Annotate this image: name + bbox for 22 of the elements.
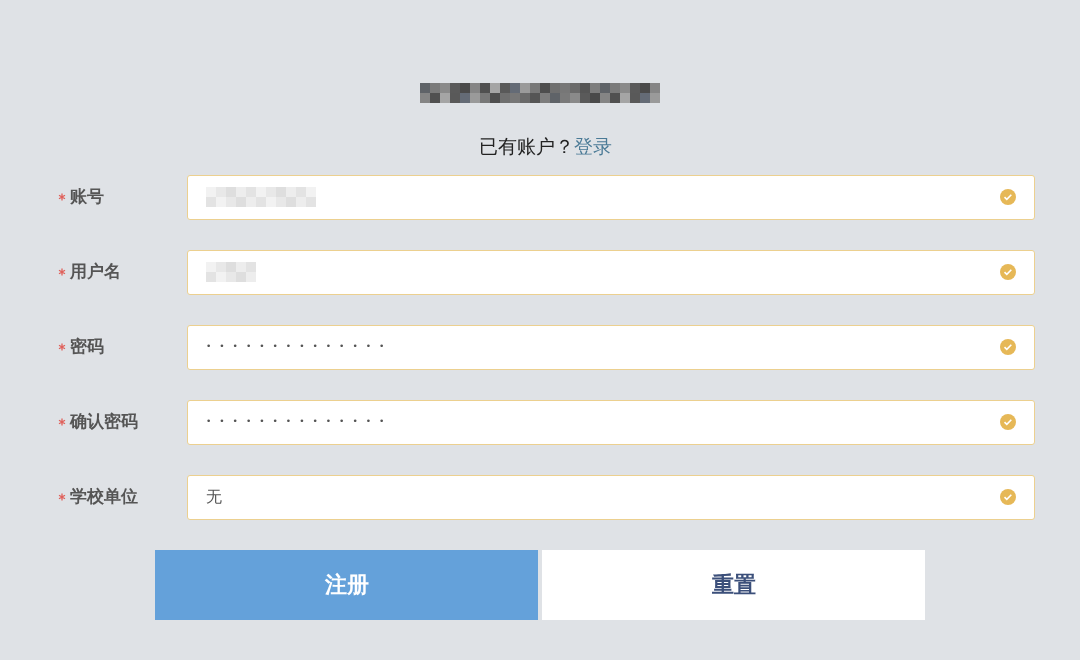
input-field[interactable]: •••••••••••••• xyxy=(187,324,1035,370)
field-label: 账号 xyxy=(70,185,104,209)
field-label: 用户名 xyxy=(70,260,121,284)
check-circle-icon xyxy=(1000,489,1016,505)
input-field[interactable]: 无 xyxy=(187,474,1035,520)
field-value: 无 xyxy=(206,486,222,508)
field-label: 学校单位 xyxy=(70,485,138,509)
login-link[interactable]: 登录 xyxy=(573,132,612,161)
redaction-mark xyxy=(206,262,256,282)
field-label: 确认密码 xyxy=(70,410,138,434)
reset-button[interactable]: 重置 xyxy=(542,549,925,620)
check-circle-icon xyxy=(1000,189,1016,205)
input-field[interactable] xyxy=(187,174,1035,220)
input-field[interactable]: •••••••••••••• xyxy=(187,399,1035,445)
check-circle-icon xyxy=(1000,339,1016,355)
login-prompt: 已有账户？ xyxy=(478,134,574,159)
check-circle-icon xyxy=(1000,414,1016,430)
check-circle-icon xyxy=(1000,264,1016,280)
password-value: •••••••••••••• xyxy=(206,340,393,354)
password-value: •••••••••••••• xyxy=(206,415,393,429)
input-field[interactable] xyxy=(187,249,1035,295)
field-label: 密码 xyxy=(70,335,104,359)
